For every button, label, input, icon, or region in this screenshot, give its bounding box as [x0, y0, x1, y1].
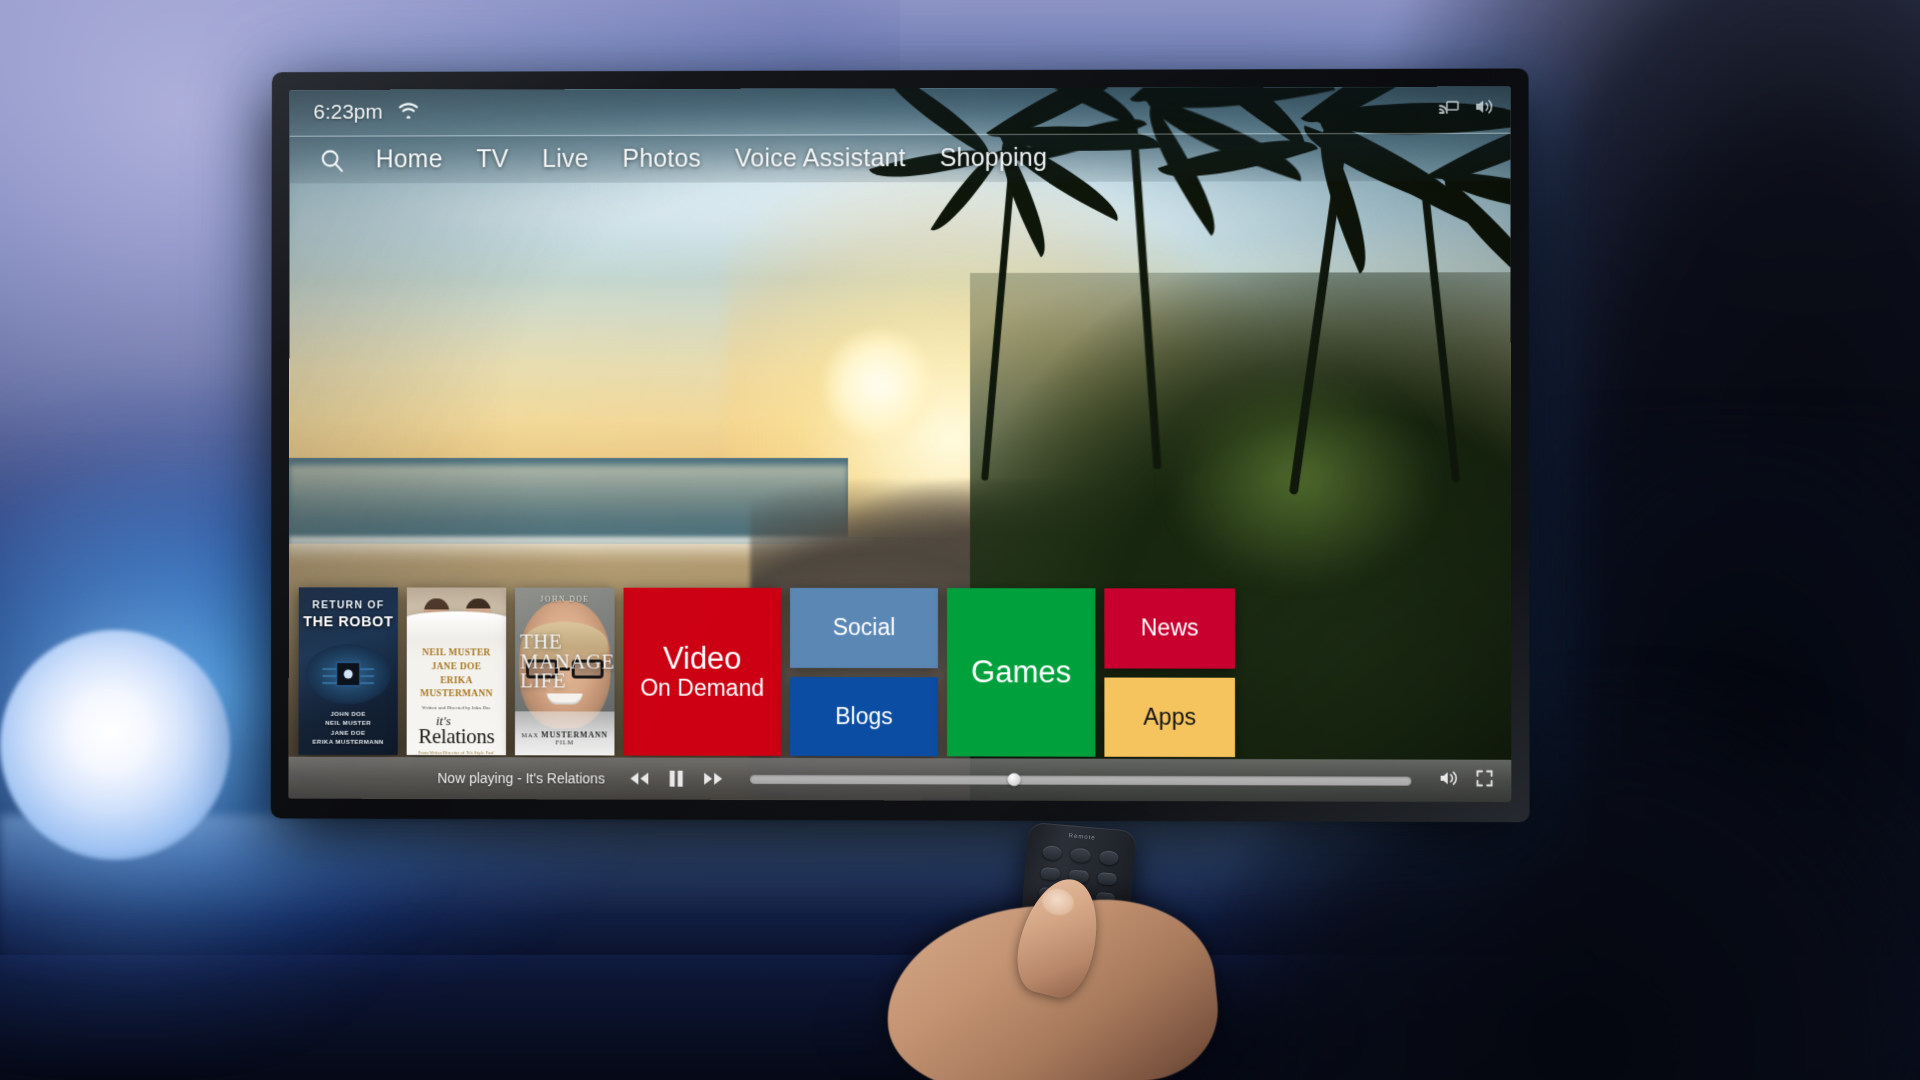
tile-video-on-demand[interactable]: Video On Demand [623, 587, 782, 756]
tile-news[interactable]: News [1104, 588, 1235, 669]
poster-title-line1: RETURN OF [312, 599, 385, 612]
poster-bottom-credit: MAX MUSTERMANN FILM [515, 730, 615, 746]
tile-label: Apps [1143, 703, 1197, 730]
robot-chip-artwork [322, 661, 375, 688]
poster-the-manager-life[interactable]: JOHN DOE THE MANAGER LIFE MAX MUSTERMANN… [514, 587, 615, 756]
tile-label: Social [832, 614, 896, 641]
tile-social[interactable]: Social [790, 587, 938, 668]
tile-blogs[interactable]: Blogs [789, 676, 938, 757]
tile-games[interactable]: Games [947, 588, 1096, 757]
sun [823, 330, 934, 441]
progress-bar[interactable] [750, 773, 1412, 787]
nav-item-photos[interactable]: Photos [605, 142, 718, 177]
poster-title-line3: LIFE [519, 668, 567, 693]
progress-scrubber[interactable] [1007, 773, 1021, 787]
tile-label-line2: On Demand [640, 675, 765, 702]
tile-column-news-apps: News Apps [1104, 588, 1236, 758]
tile-label: News [1140, 614, 1199, 641]
volume-icon[interactable] [1438, 770, 1460, 792]
nav-item-live[interactable]: Live [525, 142, 605, 177]
status-bar: 6:23pm [289, 86, 1511, 136]
fullscreen-icon[interactable] [1476, 770, 1493, 792]
clock: 6:23pm [313, 100, 383, 124]
content-tile-row: RETURN OF THE ROBOT JOHN DOE NEIL MUSTER… [298, 587, 1504, 758]
relations-photo-artwork [406, 587, 507, 640]
nav-item-tv[interactable]: TV [459, 142, 525, 177]
bedsheet [406, 611, 507, 640]
tile-apps[interactable]: Apps [1104, 677, 1236, 758]
poster-cast-list: JOHN DOE NEIL MUSTER JANE DOE ERIKA MUST… [312, 710, 384, 747]
poster-title-main: Relations [418, 723, 495, 748]
poster-title: it's Relations [412, 713, 501, 748]
tile-label: Blogs [835, 702, 893, 729]
television: 6:23pm Home TV Live Photos Voice Assista… [268, 68, 1530, 823]
credit-prefix: MAX [521, 732, 542, 740]
poster-credit: Written and Directed by John Doe [421, 705, 491, 711]
nav-item-voice-assistant[interactable]: Voice Assistant [718, 141, 923, 176]
tv-screen: 6:23pm Home TV Live Photos Voice Assista… [288, 86, 1512, 803]
nav-item-shopping[interactable]: Shopping [923, 141, 1064, 176]
media-player-bar: Now playing - It's Relations [288, 756, 1512, 803]
sphere-lamp [0, 630, 230, 860]
tile-label-line1: Video [662, 640, 742, 676]
pause-icon[interactable] [669, 770, 685, 788]
tile-column-social-blogs: Social Blogs [789, 587, 938, 757]
tile-label: Games [971, 654, 1072, 690]
poster-its-relations[interactable]: NEIL MUSTER JANE DOE ERIKA MUSTERMANN Wr… [406, 587, 507, 756]
poster-cast-1: NEIL MUSTER [422, 648, 491, 659]
sound-waves-icon [1472, 98, 1494, 122]
poster-top-credit: JOHN DOE [540, 594, 590, 604]
poster-cast-3: ERIKA MUSTERMANN [420, 675, 493, 700]
player-right-controls [1438, 770, 1494, 792]
poster-return-of-the-robot[interactable]: RETURN OF THE ROBOT JOHN DOE NEIL MUSTER… [298, 587, 398, 755]
poster-title: THE MANAGER LIFE [519, 630, 615, 693]
poster-title-line2: THE ROBOT [303, 614, 394, 631]
cast-icon [1438, 98, 1460, 122]
search-icon[interactable] [311, 139, 353, 181]
credit-suffix: FILM [555, 739, 574, 747]
fast-forward-icon[interactable] [703, 771, 725, 787]
poster-tagline: From Writer/Director of 'It's Style Fast… [418, 750, 495, 756]
credit-name: MUSTERMANN [541, 730, 608, 740]
nav-item-home[interactable]: Home [359, 142, 460, 177]
status-bar-right [1438, 87, 1495, 133]
wifi-icon [397, 101, 421, 125]
rewind-icon[interactable] [629, 771, 651, 787]
relations-text-block: NEIL MUSTER JANE DOE ERIKA MUSTERMANN Wr… [407, 639, 506, 755]
manager-smile [546, 693, 583, 705]
transport-controls [629, 770, 725, 788]
poster-cast-2: JANE DOE [431, 662, 482, 673]
now-playing-label: Now playing - It's Relations [437, 770, 605, 787]
main-navigation: Home TV Live Photos Voice Assistant Shop… [289, 132, 1511, 184]
